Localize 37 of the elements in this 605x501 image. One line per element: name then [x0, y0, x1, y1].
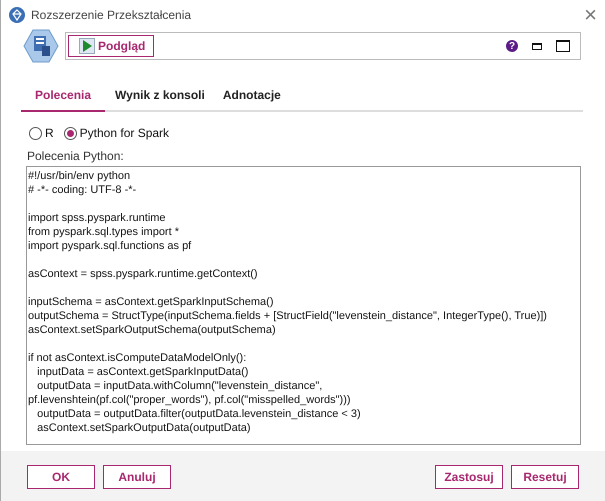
window-title: Rozszerzenie Przekształcenia	[31, 8, 192, 22]
code-line: if not asContext.isComputeDataModelOnly():	[28, 351, 246, 365]
tab[interactable]: Wynik z konsoli	[107, 84, 213, 112]
minimize-panel-icon[interactable]	[532, 42, 542, 50]
editor-label: Polecenia Python:	[27, 149, 125, 163]
code-line: asContext = spss.pyspark.runtime.getContext()	[28, 267, 258, 281]
dialog-button[interactable]: Zastosuj	[435, 465, 503, 489]
code-line: outputData = outputData.filter(outputData.levenstein_distance < 3)	[36, 407, 361, 421]
app-logo-icon	[9, 7, 25, 23]
code-line: from pyspark.sql.types import *	[28, 225, 179, 239]
play-icon	[79, 38, 95, 54]
tab[interactable]: Adnotacje	[214, 84, 289, 112]
maximize-panel-icon[interactable]	[556, 40, 570, 52]
node-icon	[23, 28, 59, 64]
dialog-button[interactable]: Resetuj	[511, 465, 579, 489]
tab[interactable]: Polecenia	[21, 84, 106, 112]
preview-button[interactable]: Podgląd	[68, 35, 154, 57]
code-line: # -*- coding: UTF-8 -*-	[28, 183, 136, 197]
radio-label: Python for Spark	[80, 126, 170, 140]
code-line: asContext.setSparkOutputSchema(outputSchema)	[28, 323, 276, 337]
code-line: outputSchema = StructType(inputSchema.fields + [StructField("levenstein_distance", IntegerType(), True)])	[28, 309, 547, 323]
radio-button[interactable]	[29, 126, 42, 140]
code-line: inputData = asContext.getSparkInputData()	[36, 365, 248, 379]
dialog-button[interactable]: Anuluj	[103, 465, 171, 489]
radio-label: R	[45, 126, 54, 140]
help-icon[interactable]: ?	[506, 40, 518, 52]
code-line: pf.levenshtein(pf.col("proper_words"), pf.col("misspelled_words")))	[28, 393, 351, 407]
code-line: outputData = inputData.withColumn("levenstein_distance",	[36, 379, 322, 393]
radio-button[interactable]	[64, 126, 77, 140]
dialog-button[interactable]: OK	[27, 465, 95, 489]
code-line: asContext.setSparkOutputData(outputData)	[36, 421, 251, 435]
code-line: #!/usr/bin/env python	[28, 169, 130, 183]
code-line: inputSchema = asContext.getSparkInputSchema()	[28, 295, 274, 309]
code-line: import pyspark.sql.functions as pf	[28, 239, 192, 253]
code-line: import spss.pyspark.runtime	[28, 211, 166, 225]
close-icon[interactable]: ×	[584, 4, 597, 26]
code-editor[interactable]	[26, 166, 581, 445]
